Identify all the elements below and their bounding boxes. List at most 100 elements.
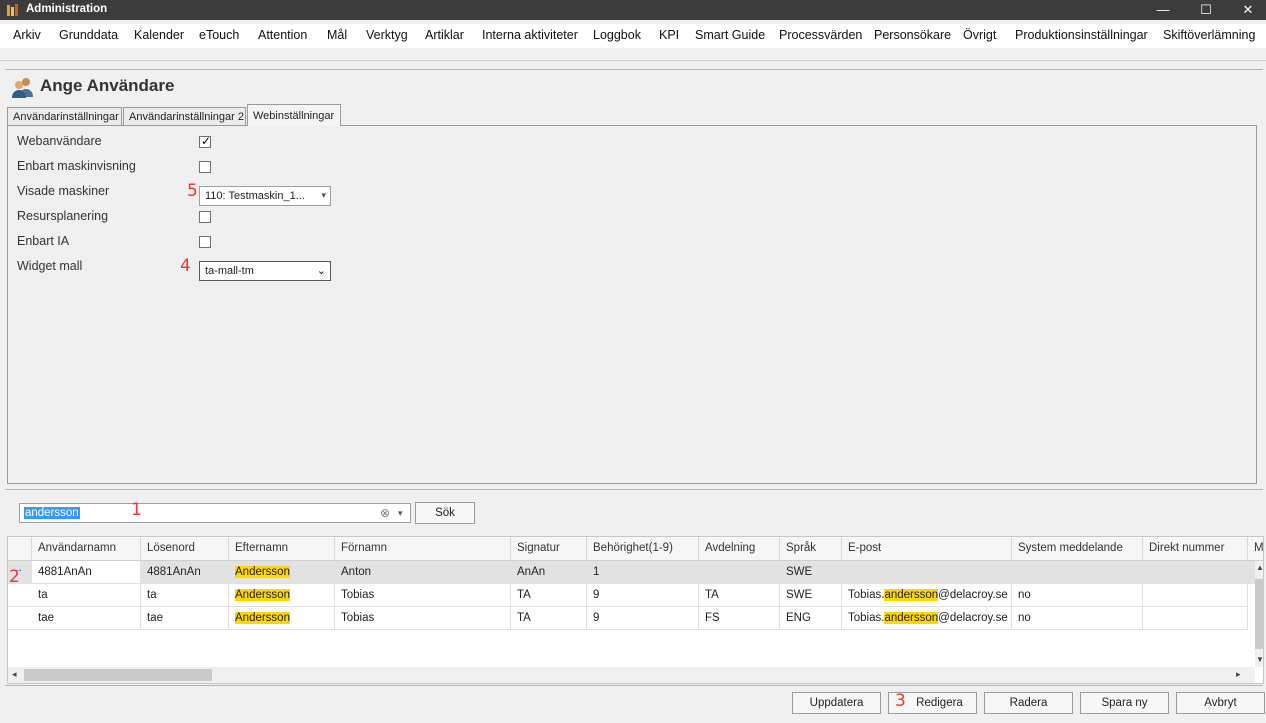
cell-system[interactable]: no xyxy=(1012,584,1143,607)
spara-ny-button[interactable]: Spara ny xyxy=(1080,692,1169,714)
column-header[interactable]: Förnamn xyxy=(335,537,511,561)
menu-grunddata[interactable]: Grunddata xyxy=(59,28,118,42)
cell-losenord[interactable]: ta xyxy=(141,584,229,607)
menu-personsokare[interactable]: Personsökare xyxy=(874,28,951,42)
maximize-button[interactable]: ☐ xyxy=(1183,0,1229,20)
column-header[interactable]: Mo xyxy=(1248,537,1263,561)
cell-sprak[interactable]: ENG xyxy=(780,607,842,630)
avbryt-button[interactable]: Avbryt xyxy=(1176,692,1265,714)
cell-efternamn[interactable]: Andersson xyxy=(229,607,335,630)
app-icon xyxy=(7,4,18,16)
cell-efternamn[interactable]: Andersson xyxy=(229,584,335,607)
vertical-scrollbar[interactable]: ▲ ▼ xyxy=(1255,561,1263,667)
horizontal-scrollbar[interactable]: ◂ ▸ xyxy=(8,667,1255,683)
enbart-maskinvisning-checkbox[interactable] xyxy=(199,161,211,173)
scroll-left-icon[interactable]: ◂ xyxy=(12,669,17,680)
cell-sprak[interactable]: SWE xyxy=(780,584,842,607)
column-header[interactable]: E-post xyxy=(842,537,1012,561)
menu-produktionsinstallningar[interactable]: Produktionsinställningar xyxy=(1015,28,1148,42)
visade-maskiner-select[interactable]: 110: Testmaskin_1... ▾ xyxy=(199,186,331,206)
menu-arkiv[interactable]: Arkiv xyxy=(13,28,41,42)
scroll-right-icon[interactable]: ▸ xyxy=(1236,669,1241,680)
column-header[interactable]: Behörighet(1-9) xyxy=(587,537,699,561)
close-button[interactable]: ✕ xyxy=(1225,0,1266,20)
cell-efternamn[interactable]: Andersson xyxy=(229,561,335,584)
menu-artiklar[interactable]: Artiklar xyxy=(425,28,464,42)
column-header[interactable]: Direkt nummer xyxy=(1143,537,1248,561)
cell-sprak[interactable]: SWE xyxy=(780,561,842,584)
cell-signatur[interactable]: TA xyxy=(511,607,587,630)
cell-epost[interactable]: Tobias.andersson@delacroy.se xyxy=(842,584,1012,607)
scroll-up-icon[interactable]: ▲ xyxy=(1256,563,1263,572)
menu-ovrigt[interactable]: Övrigt xyxy=(963,28,996,42)
menu-attention[interactable]: Attention xyxy=(258,28,307,42)
cell-fornamn[interactable]: Anton xyxy=(335,561,511,584)
tab-anvandarinstallningar-2[interactable]: Användarinställningar 2 xyxy=(123,107,246,126)
scroll-down-icon[interactable]: ▼ xyxy=(1256,655,1263,664)
menu-mal[interactable]: Mål xyxy=(327,28,347,42)
tab-webinstallningar[interactable]: Webinställningar xyxy=(247,104,341,126)
cell-losenord[interactable]: 4881AnAn xyxy=(141,561,229,584)
menu-interna-aktiviteter[interactable]: Interna aktiviteter xyxy=(482,28,578,42)
radera-button[interactable]: Radera xyxy=(984,692,1073,714)
row-indicator xyxy=(8,584,32,607)
cell-epost[interactable]: Tobias.andersson@delacroy.se xyxy=(842,607,1012,630)
cell-direkt[interactable] xyxy=(1143,607,1248,630)
vertical-scroll-thumb[interactable] xyxy=(1255,579,1263,649)
column-header[interactable]: Efternamn xyxy=(229,537,335,561)
cell-anvandarnamn[interactable]: ta xyxy=(32,584,141,607)
horizontal-scroll-thumb[interactable] xyxy=(24,669,212,681)
chevron-down-icon[interactable]: ▾ xyxy=(398,508,403,519)
menu-smart-guide[interactable]: Smart Guide xyxy=(695,28,765,42)
cell-system[interactable] xyxy=(1012,561,1143,584)
cell-fornamn[interactable]: Tobias xyxy=(335,607,511,630)
cell-direkt[interactable] xyxy=(1143,584,1248,607)
enbart-ia-checkbox[interactable] xyxy=(199,236,211,248)
menu-divider xyxy=(0,60,1266,61)
menu-skiftoverlamning[interactable]: Skiftöverlämning xyxy=(1163,28,1255,42)
column-header[interactable]: Användarnamn xyxy=(32,537,141,561)
widget-mall-label: Widget mall xyxy=(17,259,83,273)
cell-signatur[interactable]: TA xyxy=(511,584,587,607)
column-header[interactable]: Språk xyxy=(780,537,842,561)
users-icon xyxy=(12,78,33,98)
cell-losenord[interactable]: tae xyxy=(141,607,229,630)
menu-kpi[interactable]: KPI xyxy=(659,28,679,42)
cell-fornamn[interactable]: Tobias xyxy=(335,584,511,607)
visade-maskiner-label: Visade maskiner xyxy=(17,184,110,198)
page-title: Ange Användare xyxy=(40,76,175,95)
column-header[interactable]: System meddelande xyxy=(1012,537,1143,561)
tab-anvandarinstallningar[interactable]: Användarinställningar xyxy=(7,107,122,126)
clear-icon[interactable]: ⊗ xyxy=(380,506,390,520)
cell-system[interactable]: no xyxy=(1012,607,1143,630)
search-highlight: andersson xyxy=(884,612,939,624)
search-button[interactable]: Sök xyxy=(415,502,475,524)
cell-behorighet[interactable]: 1 xyxy=(587,561,699,584)
menu-loggbok[interactable]: Loggbok xyxy=(593,28,641,42)
column-header[interactable]: Avdelning xyxy=(699,537,780,561)
column-header[interactable]: Signatur xyxy=(511,537,587,561)
cell-direkt[interactable] xyxy=(1143,561,1248,584)
cell-avdelning[interactable]: FS xyxy=(699,607,780,630)
cell-avdelning[interactable]: TA xyxy=(699,584,780,607)
webanvandare-checkbox[interactable]: ✓ xyxy=(199,134,211,148)
menu-kalender[interactable]: Kalender xyxy=(134,28,184,42)
cell-avdelning[interactable] xyxy=(699,561,780,584)
search-input[interactable]: andersson ⊗ ▾ xyxy=(19,503,411,523)
menu-processvarden[interactable]: Processvärden xyxy=(779,28,862,42)
resursplanering-checkbox[interactable] xyxy=(199,211,211,223)
cell-anvandarnamn[interactable]: tae xyxy=(32,607,141,630)
widget-mall-select[interactable]: ta-mall-tm ⌄ xyxy=(199,261,331,281)
cell-epost[interactable] xyxy=(842,561,1012,584)
cell-signatur[interactable]: AnAn xyxy=(511,561,587,584)
column-header[interactable]: Lösenord xyxy=(141,537,229,561)
menu-etouch[interactable]: eTouch xyxy=(199,28,239,42)
menu-verktyg[interactable]: Verktyg xyxy=(366,28,408,42)
uppdatera-button[interactable]: Uppdatera xyxy=(792,692,881,714)
settings-panel xyxy=(7,125,1257,484)
minimize-button[interactable]: — xyxy=(1140,0,1186,20)
cell-anvandarnamn[interactable]: 4881AnAn xyxy=(32,561,141,584)
annotation-4: 4 xyxy=(180,256,191,276)
cell-behorighet[interactable]: 9 xyxy=(587,607,699,630)
cell-behorighet[interactable]: 9 xyxy=(587,584,699,607)
